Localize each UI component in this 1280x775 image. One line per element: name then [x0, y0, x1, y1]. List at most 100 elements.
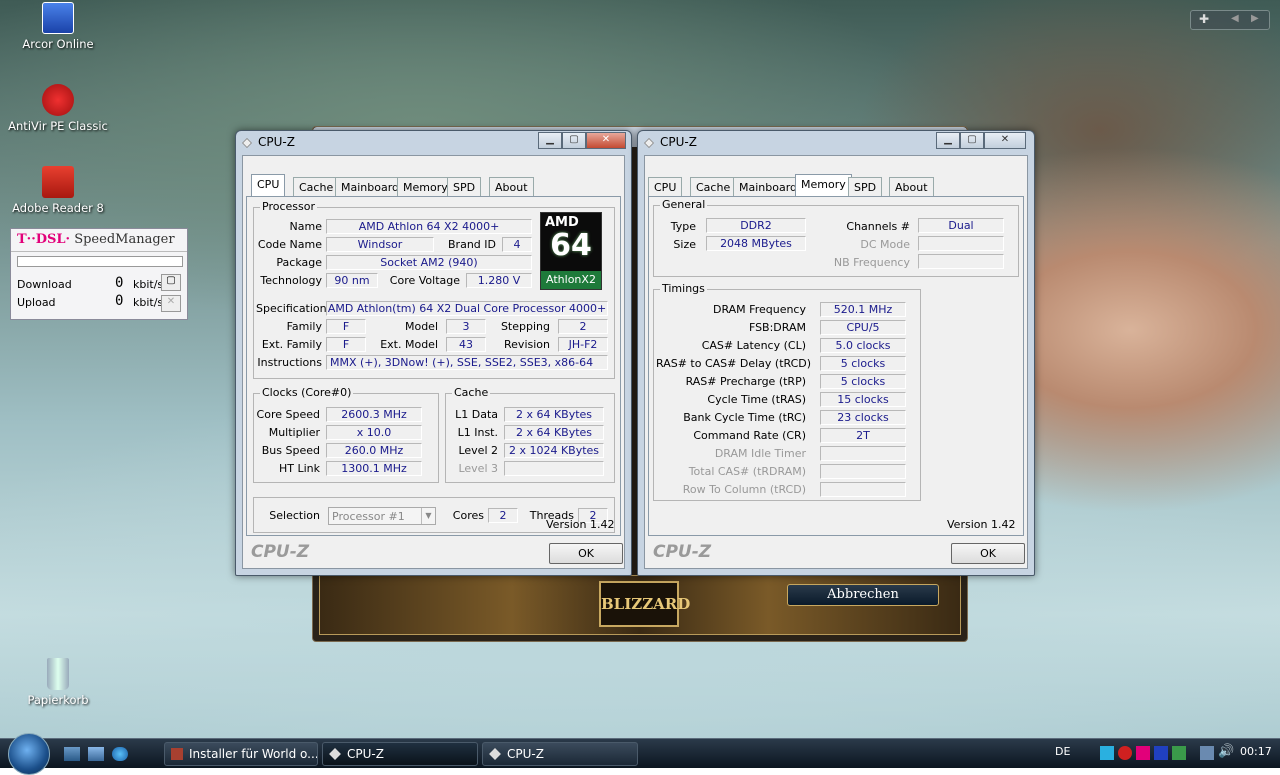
tab-cache[interactable]: Cache	[690, 177, 737, 197]
size-value: 2048 MBytes	[706, 236, 806, 251]
internet-explorer-icon[interactable]	[112, 747, 128, 761]
sidebar-controls: ✚ ◀ ▶	[1190, 10, 1270, 30]
dcmode-label: DC Mode	[860, 238, 910, 251]
group-title: Processor	[260, 200, 317, 213]
tab-spd[interactable]: SPD	[848, 177, 883, 197]
processor-group: Processor Name AMD Athlon 64 X2 4000+ Co…	[253, 200, 615, 379]
antivir-icon	[42, 84, 74, 116]
tab-memory[interactable]: Memory	[795, 174, 852, 197]
timing-label: RAS# Precharge (tRP)	[685, 375, 806, 388]
extmodel-label: Ext. Model	[380, 338, 438, 351]
level2-value: 2 x 1024 KBytes	[504, 443, 604, 458]
timing-value: 5 clocks	[820, 356, 906, 371]
model-value: 3	[446, 319, 486, 334]
cpuz-app-icon	[329, 748, 341, 760]
type-label: Type	[670, 220, 696, 233]
name-value: AMD Athlon 64 X2 4000+	[326, 219, 532, 234]
switch-windows-icon[interactable]	[88, 747, 104, 761]
processor-select[interactable]: Processor #1 ▼	[328, 507, 436, 525]
cancel-button[interactable]: Abbrechen	[787, 584, 939, 606]
tab-spd[interactable]: SPD	[447, 177, 482, 197]
memory-panel: General Type DDR2 Size 2048 MBytes Chann…	[648, 196, 1024, 536]
desktop-icon-recycle-bin[interactable]: Papierkorb	[8, 658, 108, 707]
language-indicator[interactable]: DE	[1055, 745, 1070, 758]
arcor-icon	[42, 2, 74, 34]
extfamily-label: Ext. Family	[261, 338, 322, 351]
family-value: F	[326, 319, 366, 334]
tab-cpu[interactable]: CPU	[648, 177, 683, 197]
close-button[interactable]: ✕	[984, 132, 1026, 149]
next-gadget-icon[interactable]: ▶	[1251, 13, 1259, 24]
desktop-icon-label: AntiVir PE Classic	[8, 119, 108, 133]
codename-label: Code Name	[257, 238, 322, 251]
level2-label: Level 2	[458, 444, 498, 457]
window-title: CPU-Z	[644, 135, 697, 149]
minimize-button[interactable]: ▁	[538, 132, 562, 149]
extmodel-value: 43	[446, 337, 486, 352]
tab-mainboard[interactable]: Mainboard	[733, 177, 804, 197]
tray-network-icon[interactable]	[1200, 746, 1214, 760]
settings-tools-button[interactable]: ✕	[161, 295, 181, 312]
timing-value: 15 clocks	[820, 392, 906, 407]
tab-cache[interactable]: Cache	[293, 177, 340, 197]
upload-value: 0	[115, 293, 124, 309]
desktop-icon-label: Adobe Reader 8	[12, 201, 104, 215]
ok-button[interactable]: OK	[951, 543, 1025, 564]
clock[interactable]: 00:17	[1240, 745, 1272, 758]
nbfreq-value	[918, 254, 1004, 269]
cpuz-app-icon	[644, 137, 654, 148]
timing-value: 2T	[820, 428, 906, 443]
desktop-icon-adobe-reader[interactable]: Adobe Reader 8	[8, 166, 108, 215]
client-area: CPU Cache Mainboard Memory SPD About Pro…	[242, 155, 625, 569]
tray-speedmanager-icon[interactable]	[1136, 746, 1150, 760]
tab-mainboard[interactable]: Mainboard	[335, 177, 406, 197]
desktop-icon-antivir[interactable]: AntiVir PE Classic	[8, 84, 108, 133]
window-toggle-button[interactable]: ▢	[161, 274, 181, 291]
processor-select-value: Processor #1	[332, 510, 405, 523]
maximize-button[interactable]: ▢	[960, 132, 984, 149]
tray-update-icon[interactable]	[1172, 746, 1186, 760]
stepping-value: 2	[558, 319, 608, 334]
close-button[interactable]: ✕	[586, 132, 626, 149]
tab-cpu[interactable]: CPU	[251, 174, 286, 197]
start-button[interactable]	[8, 733, 50, 775]
tray-antivir-icon[interactable]	[1118, 746, 1132, 760]
add-gadget-icon[interactable]: ✚	[1199, 12, 1209, 26]
desktop-icon-arcor[interactable]: Arcor Online	[8, 2, 108, 51]
cores-value: 2	[488, 508, 518, 523]
tab-memory[interactable]: Memory	[397, 177, 454, 197]
timing-label: Cycle Time (tRAS)	[707, 393, 806, 406]
technology-label: Technology	[260, 274, 322, 287]
ok-button[interactable]: OK	[549, 543, 623, 564]
tray-volume-icon[interactable]: 🔊	[1218, 744, 1234, 759]
tab-about[interactable]: About	[489, 177, 534, 197]
instructions-label: Instructions	[257, 356, 322, 369]
download-unit: kbit/s	[133, 278, 164, 291]
cpuz-brand-logo: CPU-Z	[251, 542, 310, 562]
upload-unit: kbit/s	[133, 296, 164, 309]
general-group: General Type DDR2 Size 2048 MBytes Chann…	[653, 198, 1019, 277]
cpuz-app-icon	[242, 137, 252, 148]
maximize-button[interactable]: ▢	[562, 132, 586, 149]
window-title-text: CPU-Z	[660, 135, 697, 149]
prev-gadget-icon[interactable]: ◀	[1231, 13, 1239, 24]
multiplier-label: Multiplier	[268, 426, 320, 439]
speedmanager-widget: T··DSL· SpeedManager Download 0 kbit/s U…	[10, 228, 188, 320]
cache-group: Cache L1 Data 2 x 64 KBytes L1 Inst. 2 x…	[445, 386, 615, 483]
amd-athlon-logo: AMD 64 AthlonX2	[540, 212, 602, 290]
taskbar-item-cpuz-1[interactable]: CPU-Z	[322, 742, 478, 766]
corevoltage-value: 1.280 V	[466, 273, 532, 288]
taskbar-item-installer[interactable]: Installer für World o...	[164, 742, 318, 766]
tray-play-icon[interactable]	[1100, 746, 1114, 760]
chevron-down-icon: ▼	[421, 508, 435, 524]
timing-value: 5.0 clocks	[820, 338, 906, 353]
tab-about[interactable]: About	[889, 177, 934, 197]
tray-media-icon[interactable]	[1154, 746, 1168, 760]
show-desktop-icon[interactable]	[64, 747, 80, 761]
speed-bar	[17, 256, 183, 267]
timing-label: Bank Cycle Time (tRC)	[683, 411, 806, 424]
upload-row: Upload 0 kbit/s	[17, 293, 183, 309]
window-title-text: CPU-Z	[258, 135, 295, 149]
taskbar-item-cpuz-2[interactable]: CPU-Z	[482, 742, 638, 766]
minimize-button[interactable]: ▁	[936, 132, 960, 149]
